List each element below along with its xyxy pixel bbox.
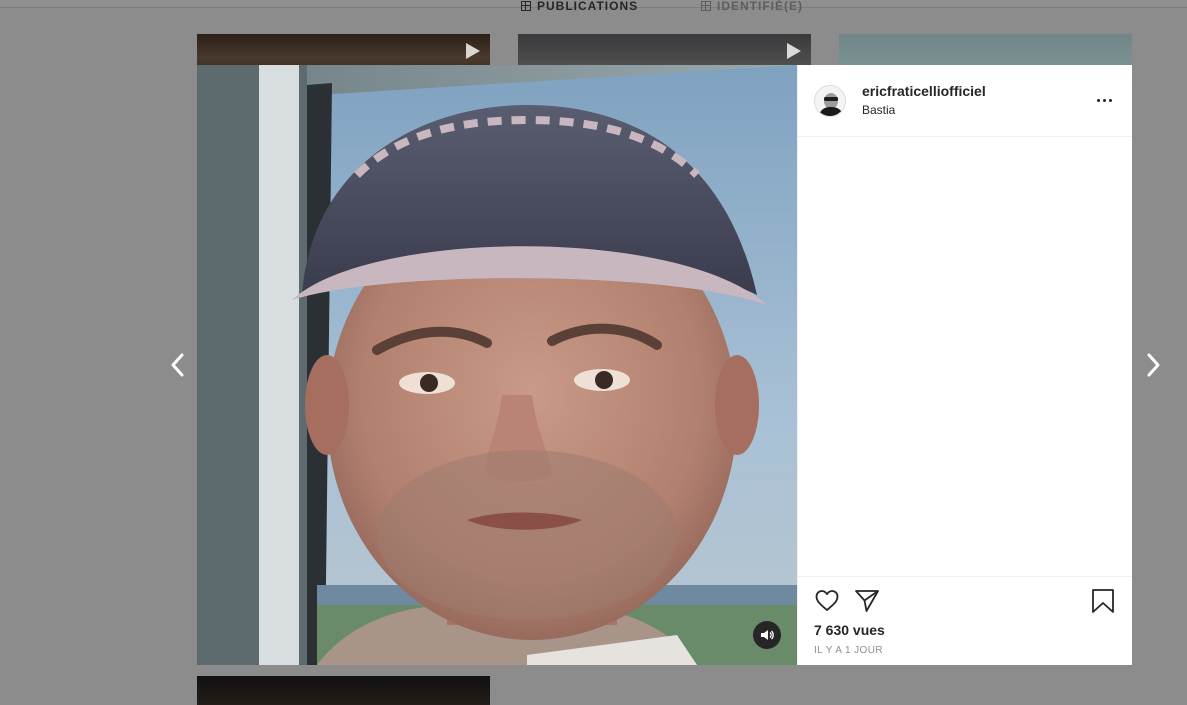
tab-publications-label: PUBLICATIONS bbox=[537, 0, 639, 13]
post-timestamp[interactable]: IL Y A 1 JOUR bbox=[814, 644, 1116, 658]
chevron-right-icon bbox=[1147, 353, 1160, 377]
grid-icon bbox=[521, 1, 531, 11]
post-footer: 7 630 vues IL Y A 1 JOUR bbox=[798, 576, 1132, 665]
avatar[interactable] bbox=[814, 84, 846, 117]
ellipsis-icon bbox=[1096, 99, 1100, 102]
profile-tabs: PUBLICATIONS IDENTIFIÉ(E) bbox=[0, 0, 1187, 16]
share-button[interactable] bbox=[854, 588, 880, 614]
post-video[interactable] bbox=[197, 65, 797, 665]
comments-area bbox=[798, 137, 1132, 576]
username-link[interactable]: ericfraticelliofficiel bbox=[862, 83, 986, 100]
post-modal: ericfraticelliofficiel Bastia 7 630 vues… bbox=[197, 65, 1132, 665]
video-icon bbox=[466, 43, 480, 59]
like-button[interactable] bbox=[814, 588, 840, 614]
save-button[interactable] bbox=[1090, 588, 1116, 614]
post-header: ericfraticelliofficiel Bastia bbox=[798, 65, 1132, 137]
video-frame bbox=[197, 65, 797, 665]
action-bar bbox=[814, 577, 1116, 625]
tagged-icon bbox=[701, 1, 711, 11]
post-author: ericfraticelliofficiel Bastia bbox=[862, 83, 986, 118]
paper-plane-icon bbox=[855, 590, 879, 612]
previous-post-button[interactable] bbox=[166, 352, 190, 378]
heart-icon bbox=[815, 590, 839, 611]
next-post-button[interactable] bbox=[1141, 352, 1165, 378]
tab-tagged[interactable]: IDENTIFIÉ(E) bbox=[701, 0, 803, 13]
location-link[interactable]: Bastia bbox=[862, 102, 986, 118]
audio-toggle-button[interactable] bbox=[753, 621, 781, 649]
more-options-button[interactable] bbox=[1092, 89, 1116, 113]
chevron-left-icon bbox=[171, 353, 184, 377]
speaker-icon bbox=[761, 630, 774, 640]
avatar-image bbox=[815, 85, 845, 116]
tab-tagged-label: IDENTIFIÉ(E) bbox=[717, 0, 803, 13]
bookmark-icon bbox=[1092, 589, 1114, 613]
grid-post-thumbnail[interactable] bbox=[197, 676, 490, 705]
post-sidebar: ericfraticelliofficiel Bastia 7 630 vues… bbox=[797, 65, 1132, 665]
tab-publications[interactable]: PUBLICATIONS bbox=[521, 0, 638, 13]
video-icon bbox=[787, 43, 801, 59]
